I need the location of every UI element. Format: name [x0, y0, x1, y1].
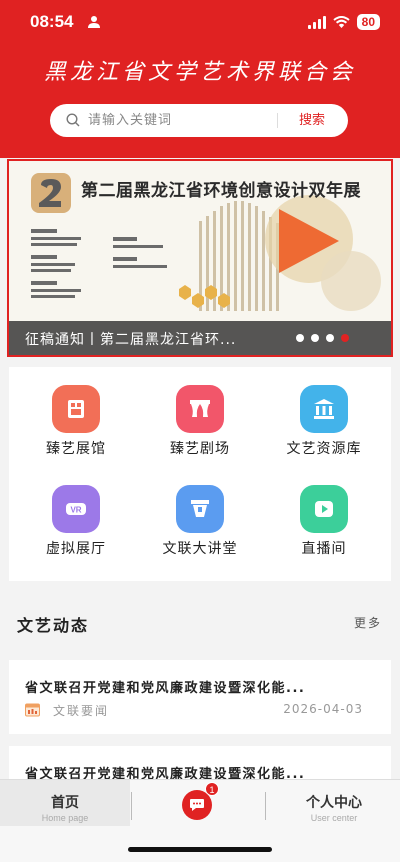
search-icon [66, 113, 80, 127]
grid-label: 臻艺展馆 [46, 441, 106, 457]
chat-icon [190, 799, 204, 811]
banner-caption: 征稿通知丨第二届黑龙江省环... [9, 321, 391, 355]
tab-divider [265, 792, 266, 820]
news-item[interactable]: 省文联召开党建和党风廉政建设暨深化能... 文联要闻 2026-04-03 [9, 660, 391, 734]
news-category: 文联要闻 [53, 704, 110, 718]
tab-home-label: 首页 [51, 795, 79, 811]
battery-indicator: 80 [356, 14, 380, 30]
grid-label: 文联大讲堂 [162, 541, 238, 557]
carousel-dot[interactable] [326, 334, 334, 342]
grid-label: 文艺资源库 [286, 441, 362, 457]
banner-caption-text: 征稿通知丨第二届黑龙江省环... [25, 332, 237, 348]
lecture-icon [176, 485, 224, 533]
gallery-icon [52, 385, 100, 433]
wifi-icon [333, 15, 350, 28]
status-bar: 08:54 80 [0, 0, 400, 44]
carousel-dot[interactable] [311, 334, 319, 342]
tab-user-sublabel: User center [310, 813, 358, 823]
grid-item-gallery[interactable]: 臻艺展馆 [16, 367, 136, 457]
svg-text:VR: VR [70, 506, 81, 515]
banner-headline: 第二届黑龙江省环境创意设计双年展 [81, 181, 361, 201]
signal-icon [307, 15, 326, 29]
carousel-dot-active[interactable] [341, 334, 349, 342]
news-title: 省文联召开党建和党风廉政建设暨深化能... [25, 681, 306, 696]
search-divider [277, 113, 278, 128]
grid-label: 虚拟展厅 [46, 541, 106, 557]
theater-icon [176, 385, 224, 433]
calendar-icon [25, 703, 40, 717]
vr-icon: VR [52, 485, 100, 533]
status-time: 08:54 [30, 12, 74, 31]
tab-home[interactable]: 首页 Home page [0, 780, 130, 826]
tab-user-center[interactable]: 个人中心 User center [268, 780, 400, 826]
feature-grid: 臻艺展馆 臻艺剧场 文艺资源库 VR 虚拟展厅 文联大讲堂 直播间 [9, 367, 391, 581]
banner-carousel[interactable]: 第二届黑龙江省环境创意设计双年展 征稿通知丨第二届黑龙江省环... [7, 159, 393, 357]
tab-divider [131, 792, 132, 820]
more-link[interactable]: 更多 [354, 614, 382, 631]
tab-user-label: 个人中心 [306, 795, 362, 811]
search-bar: 搜索 [50, 104, 348, 137]
news-date: 2026-04-03 [283, 702, 363, 716]
message-badge: 1 [205, 782, 219, 796]
grid-item-theater[interactable]: 臻艺剧场 [140, 367, 260, 457]
carousel-indicator [296, 334, 349, 342]
org-title: 黑龙江省文学艺术界联合会 [43, 60, 356, 85]
grid-label: 臻艺剧场 [170, 441, 230, 457]
carousel-dot[interactable] [296, 334, 304, 342]
library-icon [300, 385, 348, 433]
search-button[interactable]: 搜索 [284, 104, 340, 137]
grid-item-library[interactable]: 文艺资源库 [264, 367, 384, 457]
grid-item-lecture[interactable]: 文联大讲堂 [140, 467, 260, 557]
section-title: 文艺动态 [17, 616, 90, 635]
home-indicator [128, 847, 272, 852]
tab-messages[interactable]: 1 [182, 782, 219, 820]
grid-label: 直播间 [301, 541, 347, 557]
grid-item-virtual-hall[interactable]: VR 虚拟展厅 [16, 467, 136, 557]
app-header: 08:54 80 黑龙江省文学艺术界联合会 搜索 [0, 0, 400, 158]
person-icon [88, 16, 100, 28]
live-icon [300, 485, 348, 533]
tab-home-sublabel: Home page [41, 813, 89, 823]
search-input[interactable] [88, 104, 308, 137]
grid-item-live[interactable]: 直播间 [264, 467, 384, 557]
